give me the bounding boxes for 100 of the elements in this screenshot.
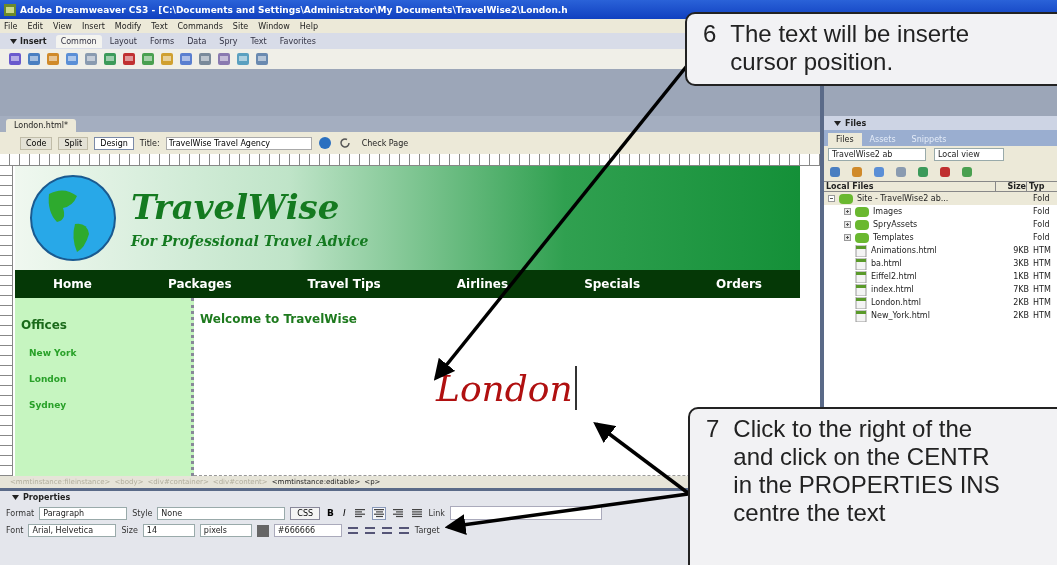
menu-item[interactable]: Insert xyxy=(81,21,105,31)
toolbar-icon[interactable] xyxy=(8,52,22,66)
document-tab[interactable]: London.html* xyxy=(6,119,77,132)
tree-item[interactable]: SpryAssets xyxy=(873,220,1029,229)
size-cell-text: 9KB xyxy=(1012,246,1029,255)
toolbar-icon[interactable] xyxy=(65,52,79,66)
nav-link[interactable]: Home xyxy=(53,277,92,291)
caret-icon[interactable] xyxy=(10,38,17,44)
size-dropdown[interactable]: 14 xyxy=(142,524,195,537)
tree-item[interactable]: Templates xyxy=(873,233,1029,242)
nav-link[interactable]: Travel Tips xyxy=(307,277,381,291)
toolbar-icon[interactable] xyxy=(179,52,193,66)
insert-tab[interactable]: Data xyxy=(182,34,212,48)
insert-tab[interactable]: Text xyxy=(245,34,272,48)
menu-item[interactable]: Site xyxy=(232,21,249,31)
insert-tab[interactable]: Favorites xyxy=(274,34,321,48)
toolbar-icon[interactable] xyxy=(27,52,41,66)
insert-tab[interactable]: Spry xyxy=(214,34,243,48)
expand-icon[interactable] xyxy=(844,208,851,215)
tree-item[interactable]: Images xyxy=(873,207,1029,216)
caret-icon[interactable] xyxy=(12,495,19,500)
sidebar-heading: Offices xyxy=(21,318,68,332)
color-swatch[interactable] xyxy=(256,524,269,537)
css-button[interactable]: CSS xyxy=(290,506,321,520)
italic-button[interactable]: I xyxy=(340,508,348,518)
expand-icon[interactable] xyxy=(844,221,851,228)
toolbar-icon[interactable] xyxy=(103,52,117,66)
tree-item[interactable]: London.html xyxy=(871,298,1001,307)
type-cell-text: HTM xyxy=(1033,272,1052,281)
type-cell-text: Fold xyxy=(1033,207,1051,216)
nav-link[interactable]: Orders xyxy=(716,277,762,291)
insert-tab[interactable]: Forms xyxy=(144,34,180,48)
collapse-icon[interactable] xyxy=(828,195,835,202)
column-header[interactable]: Size xyxy=(995,182,1026,191)
toolbar-icon[interactable] xyxy=(960,165,974,179)
nav-link[interactable]: Airlines xyxy=(456,277,509,291)
tree-item[interactable]: ba.html xyxy=(871,259,1001,268)
menu-item[interactable]: Text xyxy=(151,21,168,31)
panel-tab[interactable]: Files xyxy=(828,133,862,146)
tree-item[interactable]: New_York.html xyxy=(871,311,1001,320)
bold-button[interactable]: B xyxy=(325,508,336,518)
list-icon[interactable] xyxy=(380,524,393,537)
align-center-button[interactable] xyxy=(371,506,386,520)
menu-item[interactable]: Window xyxy=(258,21,290,31)
toolbar-icon[interactable] xyxy=(916,165,930,179)
list-icon[interactable] xyxy=(397,524,410,537)
view-dropdown[interactable]: Local view xyxy=(934,148,1004,161)
tree-item[interactable]: index.html xyxy=(871,285,1001,294)
tree-item[interactable]: Eiffel2.html xyxy=(871,272,1001,281)
type-cell-text: HTM xyxy=(1033,311,1052,320)
properties-header[interactable]: Properties xyxy=(23,493,71,502)
title-field[interactable]: TravelWise Travel Agency xyxy=(165,136,312,150)
insert-tab[interactable]: Common xyxy=(55,34,102,48)
align-right-button[interactable] xyxy=(390,506,405,520)
toolbar-icon[interactable] xyxy=(198,52,212,66)
globe-icon[interactable] xyxy=(317,136,332,150)
format-dropdown[interactable]: Paragraph xyxy=(39,506,128,520)
toolbar-icon[interactable] xyxy=(122,52,136,66)
style-dropdown[interactable]: None xyxy=(157,506,286,520)
menu-item[interactable]: Commands xyxy=(177,21,223,31)
toolbar-icon[interactable] xyxy=(236,52,250,66)
toolbar-icon[interactable] xyxy=(938,165,952,179)
caret-icon[interactable] xyxy=(834,120,841,126)
insert-panel-label[interactable]: Insert xyxy=(20,36,47,46)
files-panel-header[interactable]: Files xyxy=(824,116,1057,130)
color-field[interactable]: #666666 xyxy=(273,524,342,537)
unit-dropdown[interactable]: pixels xyxy=(199,524,252,537)
align-left-button[interactable] xyxy=(352,506,367,520)
site-dropdown[interactable]: TravelWise2 ab xyxy=(828,148,926,161)
menu-item[interactable]: File xyxy=(4,21,18,31)
font-dropdown[interactable]: Arial, Helvetica xyxy=(28,524,117,537)
expand-icon[interactable] xyxy=(844,234,851,241)
toolbar-icon[interactable] xyxy=(84,52,98,66)
nav-link[interactable]: Packages xyxy=(167,277,232,291)
insert-tab[interactable]: Layout xyxy=(104,34,142,48)
menu-item[interactable]: Modify xyxy=(114,21,142,31)
justify-button[interactable] xyxy=(409,506,424,520)
nav-link[interactable]: Specials xyxy=(584,277,641,291)
toolbar-icon[interactable] xyxy=(255,52,269,66)
column-header[interactable]: Local Files xyxy=(824,182,995,191)
column-header[interactable]: Typ xyxy=(1026,182,1057,191)
view-button[interactable]: Design xyxy=(94,136,134,150)
menu-item[interactable]: Help xyxy=(299,21,318,31)
menu-item[interactable]: Edit xyxy=(27,21,43,31)
tree-item[interactable]: Animations.html xyxy=(871,246,1001,255)
toolbar-icon[interactable] xyxy=(872,165,886,179)
list-icon[interactable] xyxy=(363,524,376,537)
list-icon[interactable] xyxy=(346,524,359,537)
tree-item[interactable]: Site - TravelWise2 ab... xyxy=(857,194,1029,203)
toolbar-icon[interactable] xyxy=(141,52,155,66)
check-page-button[interactable]: Check Page xyxy=(357,137,413,149)
site-tagline: For Professional Travel Advice xyxy=(131,233,369,249)
menu-item[interactable]: View xyxy=(52,21,72,31)
view-button[interactable]: Code xyxy=(20,136,53,150)
toolbar-icon[interactable] xyxy=(828,165,842,179)
toolbar-icon[interactable] xyxy=(46,52,60,66)
toolbar-icon[interactable] xyxy=(850,165,864,179)
toolbar-icon[interactable] xyxy=(217,52,231,66)
view-button[interactable]: Split xyxy=(58,136,89,150)
refresh-icon[interactable] xyxy=(337,136,352,150)
